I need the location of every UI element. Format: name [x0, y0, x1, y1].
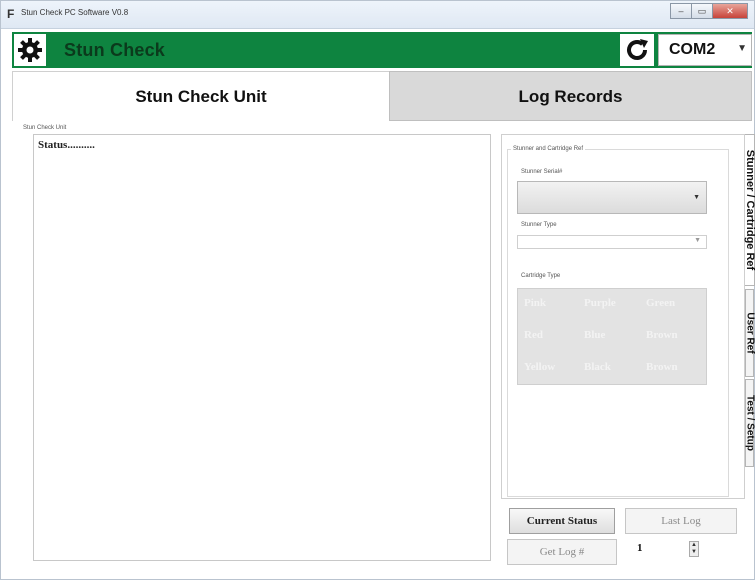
side-tab-label: Test / Setup: [744, 395, 755, 451]
window-title: Stun Check PC Software V0.8: [21, 8, 129, 17]
side-tab-test-setup[interactable]: Test / Setup: [744, 379, 755, 467]
maximize-button[interactable]: ▭: [691, 3, 713, 19]
unit-group-label: Stun Check Unit: [23, 125, 67, 131]
cartridge-option[interactable]: Red: [524, 329, 543, 341]
stunner-group-label: Stunner and Cartridge Ref: [511, 146, 586, 152]
get-log-button[interactable]: Get Log #: [507, 539, 617, 565]
app-name: Stun Check: [64, 40, 166, 60]
minimize-button[interactable]: –: [670, 3, 692, 19]
cartridge-option[interactable]: Brown: [646, 329, 678, 341]
chevron-down-icon: ▼: [693, 194, 700, 201]
com-port-value: COM2: [669, 41, 716, 58]
log-number-value: 1: [637, 542, 643, 554]
com-port-select[interactable]: COM2 ▼: [658, 34, 752, 66]
side-tab-stunner-cartridge-ref[interactable]: Stunner / Cartridge Ref: [743, 134, 755, 286]
side-tab-label: Stunner / Cartridge Ref: [743, 149, 755, 271]
status-text: Status..........: [38, 139, 95, 151]
current-status-button[interactable]: Current Status: [509, 508, 615, 534]
stunner-type-select[interactable]: ▼: [517, 235, 707, 249]
app-header: Stun Check COM2 ▼: [12, 32, 752, 68]
refresh-button[interactable]: [620, 34, 654, 66]
tab-stun-check-unit[interactable]: Stun Check Unit: [12, 71, 389, 121]
app-icon: F: [7, 7, 15, 21]
chevron-down-icon: ▼: [737, 43, 747, 54]
tab-log-records[interactable]: Log Records: [389, 71, 752, 121]
cartridge-option[interactable]: Pink: [524, 297, 546, 309]
title-bar: F Stun Check PC Software V0.8 – ▭ ✕: [1, 1, 754, 29]
stunner-serial-label: Stunner Serial#: [521, 169, 563, 175]
cartridge-option[interactable]: Blue: [584, 329, 605, 341]
chevron-down-icon: ▼: [694, 237, 701, 244]
cartridge-option[interactable]: Yellow: [524, 361, 555, 373]
side-tab-user-ref[interactable]: User Ref: [744, 289, 755, 377]
last-log-button[interactable]: Last Log: [625, 508, 737, 534]
stunner-type-label: Stunner Type: [521, 222, 557, 228]
gear-icon: [18, 38, 42, 62]
cartridge-type-grid: Pink Purple Green Red Blue Brown Yellow …: [517, 288, 707, 385]
stunner-serial-select[interactable]: ▼: [517, 181, 707, 214]
log-number-stepper[interactable]: 1 ▲ ▼: [623, 539, 703, 559]
cartridge-option[interactable]: Black: [584, 361, 611, 373]
cartridge-option[interactable]: Green: [646, 297, 675, 309]
close-button[interactable]: ✕: [712, 3, 748, 19]
stepper-arrows-icon[interactable]: ▲ ▼: [689, 541, 699, 557]
window-controls: – ▭ ✕: [670, 3, 748, 19]
settings-button[interactable]: [14, 34, 46, 66]
cartridge-type-label: Cartridge Type: [521, 273, 561, 279]
cartridge-option[interactable]: Brown: [646, 361, 678, 373]
app-window: F Stun Check PC Software V0.8 – ▭ ✕ Stun…: [0, 0, 755, 580]
cartridge-option[interactable]: Purple: [584, 297, 616, 309]
side-tab-label: User Ref: [744, 312, 755, 354]
status-output: Status..........: [33, 134, 491, 561]
refresh-icon: [627, 39, 648, 60]
